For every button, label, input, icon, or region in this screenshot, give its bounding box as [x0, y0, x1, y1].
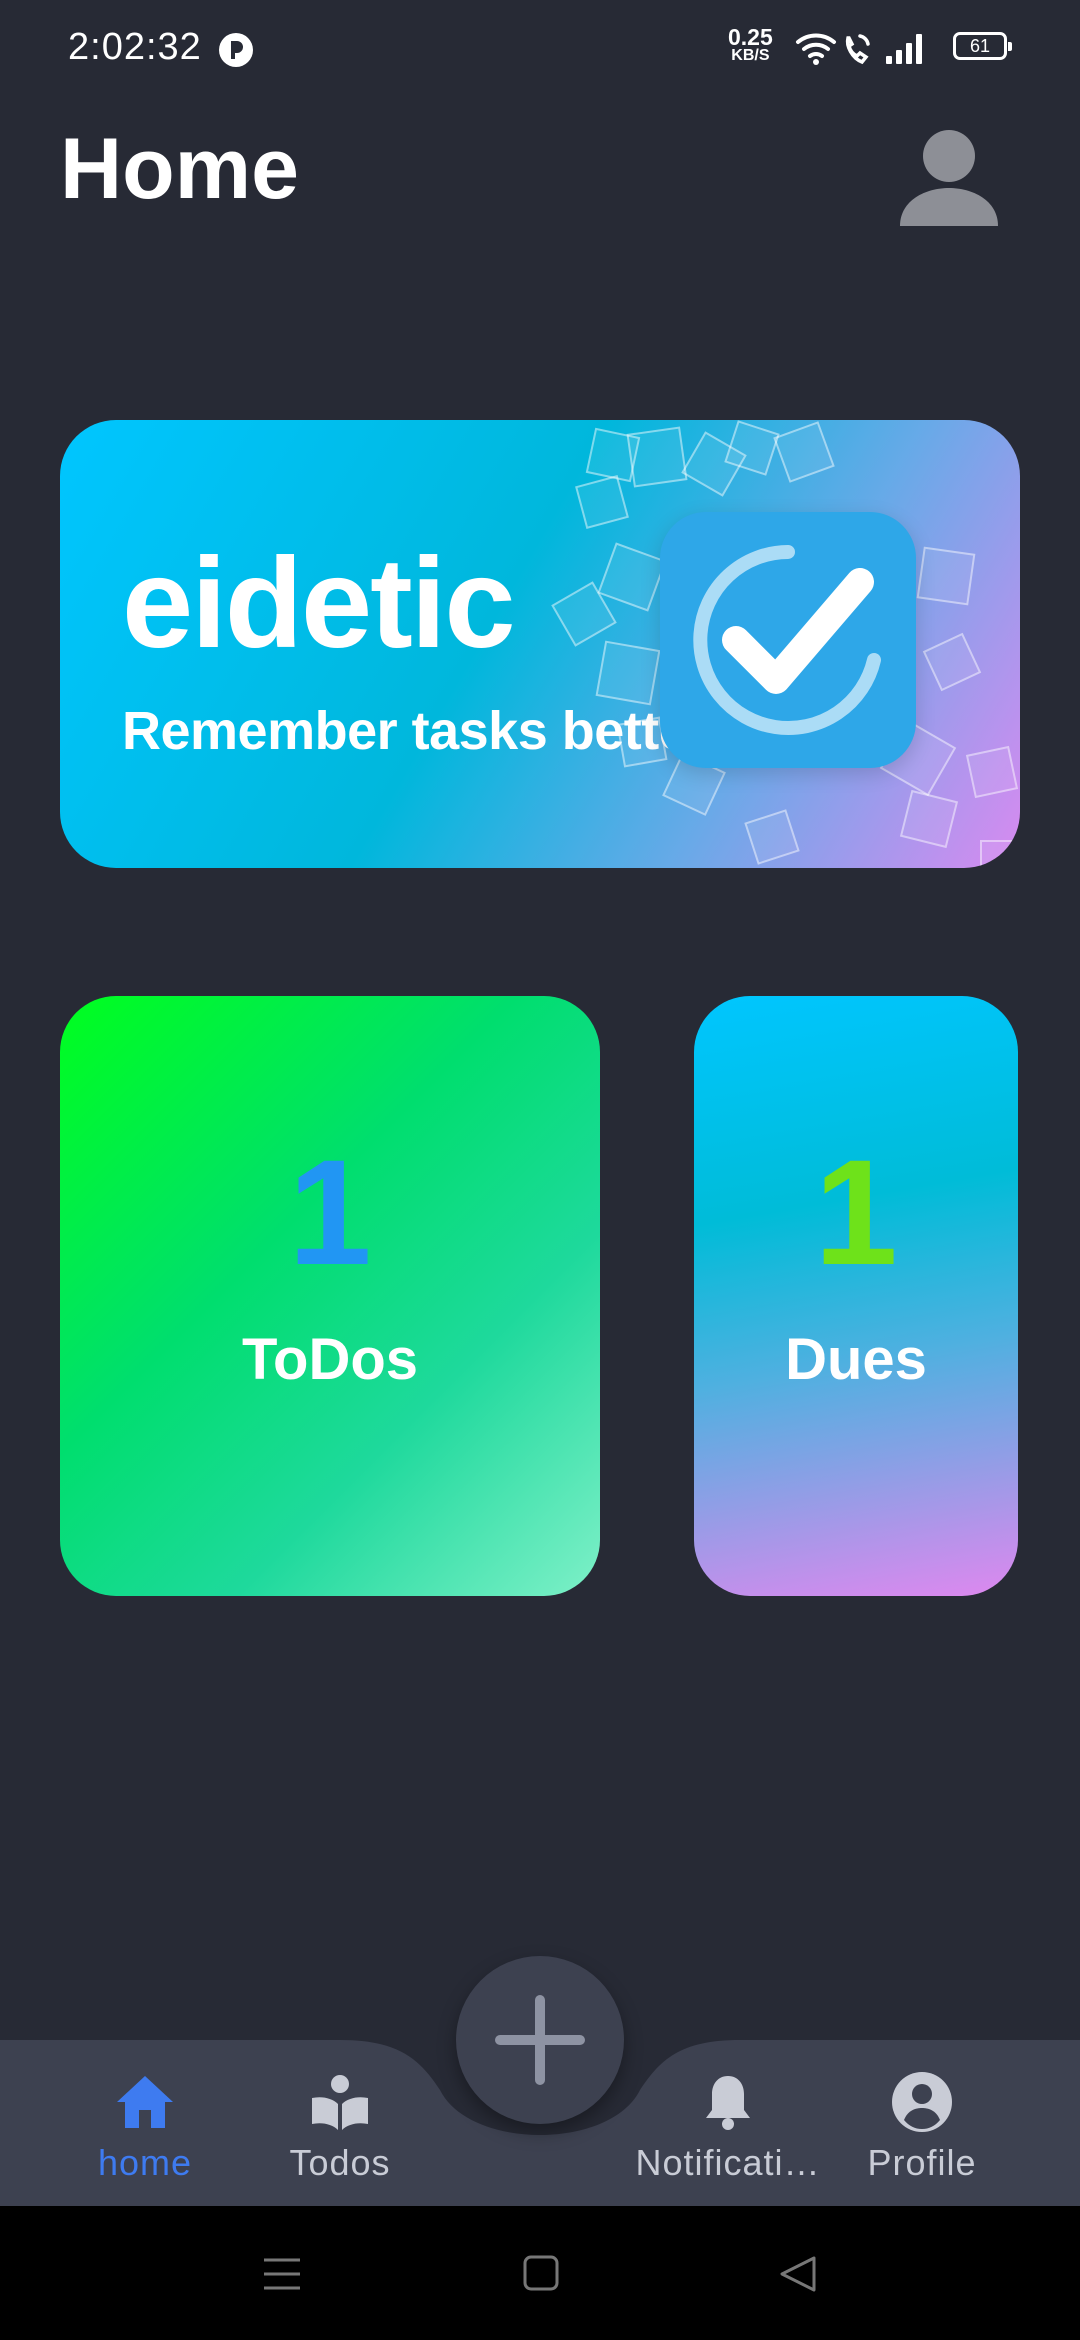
nav-notifications[interactable]: Notificati… [628, 2060, 828, 2190]
decor-square [597, 542, 667, 612]
dues-label: Dues [785, 1327, 927, 1392]
wifi-call-icon [845, 34, 870, 65]
decor-square [916, 546, 976, 606]
reader-icon [312, 2075, 368, 2130]
decor-square [980, 840, 1014, 868]
app-name: eidetic [122, 532, 515, 675]
bell-icon [706, 2076, 750, 2130]
nav-profile[interactable]: Profile [822, 2060, 1022, 2190]
decor-square [626, 426, 688, 488]
add-todo-button[interactable] [456, 1956, 624, 2124]
app-tagline: Remember tasks better [122, 701, 709, 761]
decor-square [595, 640, 661, 706]
decor-square [575, 475, 629, 529]
nav-todos[interactable]: Todos [240, 2060, 440, 2190]
decor-square [922, 632, 982, 692]
status-time: 2:02:32 [68, 26, 202, 68]
page-title: Home [60, 121, 299, 217]
plus-icon [495, 1995, 585, 2085]
home-icon [117, 2076, 173, 2128]
system-navigation-bar [0, 2206, 1080, 2340]
account-circle-icon [892, 2072, 952, 2132]
nav-profile-label: Profile [867, 2142, 977, 2183]
app-notification-icon [219, 33, 253, 67]
avatar-person-icon[interactable] [896, 126, 1002, 232]
dues-count: 1 [814, 1128, 898, 1296]
todos-card[interactable]: 1 ToDos [60, 996, 600, 1596]
battery-indicator: 61 [953, 32, 1012, 60]
wifi-icon [796, 33, 836, 58]
dues-card[interactable]: 1 Dues [694, 996, 1018, 1596]
nav-notifications-label: Notificati… [635, 2142, 821, 2183]
check-circle-icon [693, 545, 881, 735]
nav-home[interactable]: home [45, 2060, 245, 2190]
signal-icon [886, 34, 922, 64]
nav-home-label: home [97, 2142, 193, 2183]
status-bar: 2:02:32 0.25 KB/S 61 [0, 0, 1080, 96]
todos-count: 1 [288, 1128, 372, 1296]
app-logo [660, 512, 916, 768]
decor-square [744, 809, 800, 865]
decor-square [773, 421, 835, 483]
decor-square [899, 789, 959, 849]
decor-square [965, 745, 1019, 799]
menu-icon[interactable] [262, 2256, 302, 2292]
app-banner: eidetic Remember tasks better [60, 420, 1020, 868]
todos-label: ToDos [241, 1327, 419, 1392]
back-icon[interactable] [778, 2254, 818, 2294]
nav-todos-label: Todos [289, 2142, 391, 2183]
connectivity-icons [796, 33, 922, 65]
network-speed: 0.25 KB/S [728, 24, 773, 64]
home-square-icon[interactable] [522, 2254, 560, 2292]
